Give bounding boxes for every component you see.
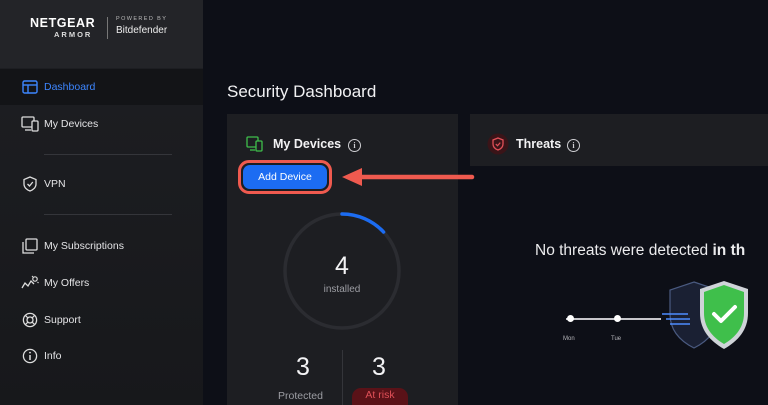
brand-powered-by: POWERED BY — [116, 16, 168, 22]
installed-count: 4 — [335, 252, 349, 280]
sidebar-item-support[interactable]: Support — [0, 302, 203, 338]
no-threats-text-bold: in th — [712, 242, 746, 259]
info-icon[interactable]: i — [348, 139, 361, 152]
sidebar-item-label: My Subscriptions — [44, 240, 124, 252]
no-threats-text: No threats were detected — [535, 242, 709, 259]
sidebar-item-dashboard[interactable]: Dashboard — [0, 69, 203, 105]
sidebar-item-label: My Offers — [44, 277, 90, 289]
brand-partner: Bitdefender — [116, 25, 168, 36]
sidebar-item-my-offers[interactable]: My Offers — [0, 265, 203, 301]
sidebar-divider — [44, 214, 172, 215]
threats-title: Threats — [516, 137, 562, 151]
sidebar-item-info[interactable]: Info — [0, 338, 203, 374]
sidebar-item-my-subscriptions[interactable]: My Subscriptions — [0, 228, 203, 264]
sidebar-divider — [44, 154, 172, 155]
brand-name: NETGEAR — [30, 16, 96, 30]
offers-icon — [21, 274, 39, 292]
support-icon — [21, 311, 39, 329]
sidebar-item-label: Info — [44, 350, 62, 362]
dashboard-icon — [21, 78, 39, 96]
sidebar-item-label: Dashboard — [44, 81, 96, 93]
subscriptions-icon — [21, 237, 39, 255]
info-icon — [21, 347, 39, 365]
brand-divider — [107, 17, 108, 39]
sidebar-item-label: VPN — [44, 178, 66, 190]
devices-icon — [246, 136, 263, 152]
sidebar: NETGEAR ARMOR POWERED BY Bitdefender Das… — [0, 0, 203, 405]
brand-logo: NETGEAR ARMOR POWERED BY Bitdefender — [0, 0, 203, 68]
protected-count: 3 — [296, 353, 310, 381]
pointer-arrow-icon — [342, 168, 475, 186]
no-threats-message: No threats were detected in th — [535, 242, 745, 260]
at-risk-count: 3 — [372, 353, 386, 381]
add-device-button[interactable]: Add Device — [243, 165, 327, 189]
protection-shield-icon — [662, 281, 748, 349]
vpn-shield-icon — [21, 175, 39, 193]
threats-card — [470, 114, 768, 166]
sidebar-item-my-devices[interactable]: My Devices — [0, 106, 203, 142]
timeline-day: Mon — [563, 336, 575, 342]
timeline-point — [614, 315, 621, 322]
devices-icon — [21, 115, 39, 133]
timeline-day: Tue — [611, 336, 622, 342]
threat-shield-icon — [487, 133, 509, 155]
info-icon[interactable]: i — [567, 139, 580, 152]
page-title: Security Dashboard — [227, 82, 377, 101]
stats-divider — [342, 350, 343, 405]
installed-label: installed — [323, 284, 361, 295]
brand-sub: ARMOR — [54, 30, 93, 39]
my-devices-title: My Devices — [273, 137, 342, 151]
sidebar-item-label: My Devices — [44, 118, 99, 130]
sidebar-item-vpn[interactable]: VPN — [0, 166, 203, 202]
sidebar-item-label: Support — [44, 314, 81, 326]
protected-label: Protected — [278, 390, 323, 402]
timeline-point — [567, 315, 574, 322]
at-risk-label: At risk — [365, 389, 395, 401]
